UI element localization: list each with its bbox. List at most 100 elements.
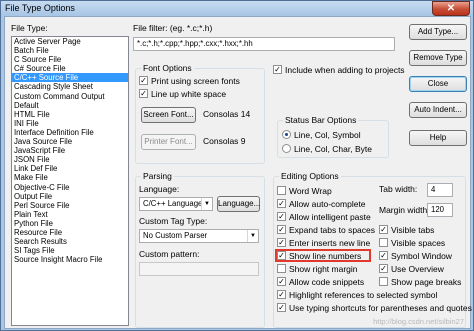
file-type-list-item[interactable]: Batch File [12,46,128,55]
editing-checkbox[interactable]: ✓ Use Overview [379,264,444,274]
file-type-list-item[interactable]: JavaScript File [12,146,128,155]
checkbox-box: ✓ [379,225,388,234]
file-type-list-item[interactable]: Python File [12,219,128,228]
editing-options-title: Editing Options [279,171,341,181]
status-radio-line-col-char-byte[interactable]: Line, Col, Char, Byte [282,144,372,154]
editing-checkbox[interactable]: ✓ Visible tabs [379,225,434,235]
file-type-list-item[interactable]: Objective-C File [12,183,128,192]
checkbox-box: ✓ [277,212,286,221]
file-type-list-item[interactable]: C/C++ Source File [12,73,128,83]
file-type-list-item[interactable]: JSON File [12,155,128,164]
tab-width-input[interactable]: 4 [427,183,453,197]
custom-pattern-input[interactable] [139,262,259,276]
custom-tag-type-label: Custom Tag Type: [139,216,208,226]
file-type-options-window: File Type Options ✕ File Type: Active Se… [0,0,474,331]
editing-checkbox[interactable]: Word Wrap [277,186,332,196]
watermark-text: http://blog.csdn.net/silbin27 [373,317,464,326]
parsing-title: Parsing [141,171,174,181]
dialog-client-area: File Type: Active Server Page Batch File C… [4,16,472,329]
remove-type-button[interactable]: Remove Type [409,50,467,66]
auto-indent-button[interactable]: Auto Indent... [409,102,467,118]
print-screen-fonts-checkbox[interactable]: ✓ Print using screen fonts [139,76,240,86]
screen-font-button[interactable]: Screen Font... [141,107,196,123]
file-type-list-item[interactable]: Default [12,101,128,110]
file-type-list-item[interactable]: C# Source File [12,64,128,73]
checkbox-label: Expand tabs to spaces [289,225,376,235]
file-type-list-item[interactable]: C Source File [12,55,128,64]
file-type-list-item[interactable]: Interface Definition File [12,128,128,137]
file-filter-label: File filter: (eg. *.c;*.h) [133,23,213,33]
editing-checkbox[interactable]: ✓ Highlight references to selected symbol [277,290,437,300]
checkbox-box: ✓ [277,199,286,208]
editing-checkbox[interactable]: Visible spaces [379,238,445,248]
file-type-label: File Type: [11,23,48,33]
add-type-button[interactable]: Add Type... [409,24,467,40]
show-line-numbers-highlight [275,249,371,262]
editing-checkbox[interactable]: ✓ Allow auto-complete [277,199,366,209]
close-button[interactable]: Close [409,76,467,92]
checkbox-label: Include when adding to projects [285,65,405,75]
editing-checkbox[interactable]: Show right margin [277,264,358,274]
file-type-list-item[interactable]: Java Source File [12,137,128,146]
file-type-list-item[interactable]: Source Insight Macro File [12,255,128,264]
margin-width-label: Margin width: [379,205,430,215]
checkbox-box: ✓ [379,251,388,260]
status-radio-line-col-symbol[interactable]: Line, Col, Symbol [282,130,361,140]
file-type-list-item[interactable]: Perl Source File [12,201,128,210]
file-type-list-item[interactable]: Active Server Page [12,37,128,46]
checkbox-label: Enter inserts new line [289,238,371,248]
language-button[interactable]: Language... [217,196,260,212]
editing-checkbox[interactable]: ✓ Enter inserts new line [277,238,370,248]
language-select[interactable]: C/C++ Language ▼ [139,197,213,211]
chevron-down-icon: ▼ [201,198,212,210]
checkbox-box: ✓ [277,277,286,286]
editing-checkbox[interactable]: ✓ Expand tabs to spaces [277,225,375,235]
help-button[interactable]: Help [409,130,467,146]
file-type-list-item[interactable]: Resource File [12,228,128,237]
screen-font-value: Consolas 14 [203,109,251,119]
file-type-list-item[interactable]: HTML File [12,110,128,119]
file-type-list-item[interactable]: SI Tags File [12,246,128,255]
editing-checkbox[interactable]: ✓ Use typing shortcuts for parentheses an… [277,303,472,313]
file-type-list-item[interactable]: Output File [12,192,128,201]
checkbox-box: ✓ [277,303,286,312]
checkbox-label: Allow intelligent paste [289,212,371,222]
margin-width-input[interactable]: 120 [427,203,453,217]
file-type-list-item[interactable]: Link Def File [12,164,128,173]
printer-font-value: Consolas 9 [203,136,246,146]
editing-checkbox[interactable]: ✓ Symbol Window [379,251,452,261]
file-type-list-item[interactable]: INI File [12,119,128,128]
checkbox-label: Allow auto-complete [289,199,366,209]
radio-dot [282,144,291,153]
editing-checkbox[interactable]: Show page breaks [379,277,461,287]
checkbox-label: Use Overview [391,264,444,274]
language-label: Language: [139,184,180,194]
checkbox-box: ✓ [277,238,286,247]
custom-tag-type-value: No Custom Parser [143,231,208,240]
checkbox-box: ✓ [379,264,388,273]
language-select-value: C/C++ Language [143,199,203,208]
include-projects-checkbox[interactable]: ✓ Include when adding to projects [273,65,405,75]
editing-checkbox[interactable]: ✓ Allow intelligent paste [277,212,371,222]
file-type-list-item[interactable]: Custom Command Output [12,92,128,101]
printer-font-button[interactable]: Printer Font... [141,134,196,150]
file-type-list[interactable]: Active Server Page Batch File C Source Fil… [11,36,129,326]
custom-pattern-label: Custom pattern: [139,249,200,259]
editing-checkbox[interactable]: ✓ Allow code snippets [277,277,364,287]
checkbox-box [277,186,286,195]
chevron-down-icon: ▼ [247,230,258,242]
checkbox-box [379,277,388,286]
file-type-list-item[interactable]: Make File [12,173,128,182]
custom-tag-type-select[interactable]: No Custom Parser ▼ [139,229,259,243]
file-type-list-item[interactable]: Cascading Style Sheet [12,82,128,91]
file-type-list-item[interactable]: Plain Text [12,210,128,219]
title-bar[interactable]: File Type Options ✕ [1,1,474,16]
checkbox-label: Symbol Window [391,251,452,261]
line-up-white-space-checkbox[interactable]: ✓ Line up white space [139,89,226,99]
file-filter-input[interactable]: *.c;*.h;*.cpp;*.hpp;*.cxx;*.hxx;*.hh [133,37,395,51]
window-close-button[interactable]: ✕ [432,1,470,16]
file-type-list-item[interactable]: Search Results [12,237,128,246]
radio-dot [282,130,291,139]
radio-label: Line, Col, Char, Byte [294,144,372,154]
status-bar-options-title: Status Bar Options [283,115,359,125]
